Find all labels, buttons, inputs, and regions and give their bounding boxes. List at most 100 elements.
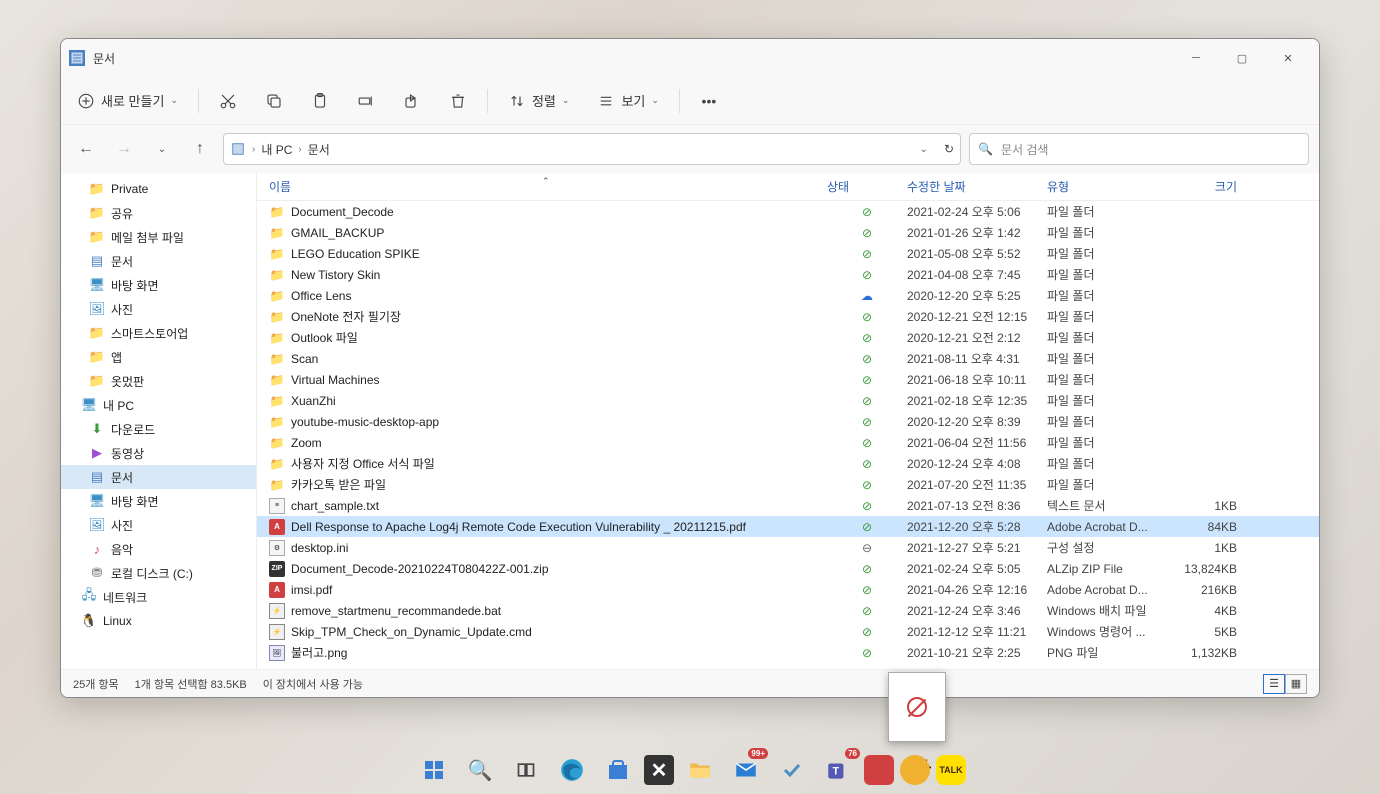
file-status: ⊘: [827, 331, 907, 345]
view-button[interactable]: 보기 ⌄: [589, 87, 666, 114]
app-orange-button[interactable]: [900, 755, 930, 785]
file-row[interactable]: ZIPDocument_Decode-20210224T080422Z-001.…: [257, 558, 1319, 579]
file-size: 4KB: [1167, 604, 1237, 618]
up-button[interactable]: ↑: [185, 134, 215, 164]
file-row[interactable]: ⚡Skip_TPM_Check_on_Dynamic_Update.cmd⊘20…: [257, 621, 1319, 642]
column-status[interactable]: 상태: [827, 178, 907, 195]
titlebar[interactable]: 문서 ─ ▢ ✕: [61, 39, 1319, 77]
store-button[interactable]: [598, 750, 638, 790]
forward-button[interactable]: →: [109, 134, 139, 164]
sidebar-item[interactable]: 🖼사진: [61, 297, 256, 321]
sidebar-item[interactable]: 🖼사진: [61, 513, 256, 537]
refresh-button[interactable]: ↻: [944, 142, 954, 156]
icons-view-button[interactable]: ▦: [1285, 674, 1307, 694]
file-row[interactable]: 📁사용자 지정 Office 서식 파일⊘2020-12-24 오후 4:08파…: [257, 453, 1319, 474]
breadcrumb[interactable]: › 내 PC › 문서 ⌄ ↻: [223, 133, 961, 165]
start-button[interactable]: [414, 750, 454, 790]
app-red-button[interactable]: [864, 755, 894, 785]
recent-button[interactable]: ⌄: [147, 134, 177, 164]
file-status: ⊘: [827, 205, 907, 219]
file-type: 파일 폴더: [1047, 308, 1167, 325]
file-row[interactable]: 🖼불러고.png⊘2021-10-21 오후 2:25PNG 파일1,132KB: [257, 642, 1319, 663]
file-size: 84KB: [1167, 520, 1237, 534]
explorer-button[interactable]: [680, 750, 720, 790]
history-dropdown[interactable]: ⌄: [920, 144, 928, 155]
mail-button[interactable]: 99+: [726, 750, 766, 790]
sidebar-item[interactable]: 🖥바탕 화면: [61, 273, 256, 297]
sidebar[interactable]: 📁Private📁공유📁메일 첨부 파일▤문서🖥바탕 화면🖼사진📁스마트스토어업…: [61, 173, 257, 669]
sidebar-item[interactable]: ▶동영상: [61, 441, 256, 465]
file-row[interactable]: 📁youtube-music-desktop-app⊘2020-12-20 오후…: [257, 411, 1319, 432]
edge-button[interactable]: [552, 750, 592, 790]
file-row[interactable]: 📁Office Lens☁2020-12-20 오후 5:25파일 폴더: [257, 285, 1319, 306]
file-rows[interactable]: 📁Document_Decode⊘2021-02-24 오후 5:06파일 폴더…: [257, 201, 1319, 669]
rename-button[interactable]: [349, 84, 383, 118]
file-row[interactable]: ⚙desktop.ini⊖2021-12-27 오후 5:21구성 설정1KB: [257, 537, 1319, 558]
file-row[interactable]: 📁카카오톡 받은 파일⊘2021-07-20 오전 11:35파일 폴더: [257, 474, 1319, 495]
file-status: ⊘: [827, 352, 907, 366]
file-row[interactable]: 📁New Tistory Skin⊘2021-04-08 오후 7:45파일 폴…: [257, 264, 1319, 285]
sidebar-item[interactable]: 📁앱: [61, 345, 256, 369]
file-row[interactable]: Aimsi.pdf⊘2021-04-26 오후 12:16Adobe Acrob…: [257, 579, 1319, 600]
file-size: 216KB: [1167, 583, 1237, 597]
file-row[interactable]: ⚡remove_startmenu_recommandede.bat⊘2021-…: [257, 600, 1319, 621]
app-x-button[interactable]: ✕: [644, 755, 674, 785]
file-row[interactable]: 📁GMAIL_BACKUP⊘2021-01-26 오후 1:42파일 폴더: [257, 222, 1319, 243]
paste-button[interactable]: [303, 84, 337, 118]
column-size[interactable]: 크기: [1167, 178, 1237, 195]
file-row[interactable]: 📁Document_Decode⊘2021-02-24 오후 5:06파일 폴더: [257, 201, 1319, 222]
back-button[interactable]: ←: [71, 134, 101, 164]
teams-button[interactable]: T76: [818, 750, 858, 790]
sidebar-item-label: 스마트스토어업: [111, 325, 188, 342]
column-type[interactable]: 유형: [1047, 178, 1167, 195]
maximize-button[interactable]: ▢: [1219, 43, 1265, 73]
sidebar-item[interactable]: ⛃로컬 디스크 (C:): [61, 561, 256, 585]
file-row[interactable]: 📁Scan⊘2021-08-11 오후 4:31파일 폴더: [257, 348, 1319, 369]
copy-button[interactable]: [257, 84, 291, 118]
details-view-button[interactable]: ☰: [1263, 674, 1285, 694]
kakaotalk-button[interactable]: TALK: [936, 755, 966, 785]
close-button[interactable]: ✕: [1265, 43, 1311, 73]
share-button[interactable]: [395, 84, 429, 118]
file-row[interactable]: 📁XuanZhi⊘2021-02-18 오후 12:35파일 폴더: [257, 390, 1319, 411]
sidebar-item[interactable]: 📁공유: [61, 201, 256, 225]
plus-circle-icon: [77, 92, 95, 110]
sidebar-item[interactable]: 📁스마트스토어업: [61, 321, 256, 345]
delete-button[interactable]: [441, 84, 475, 118]
todo-button[interactable]: [772, 750, 812, 790]
sidebar-item[interactable]: 📁옷멌판: [61, 369, 256, 393]
search-button[interactable]: 🔍: [460, 750, 500, 790]
file-row[interactable]: 📁Virtual Machines⊘2021-06-18 오후 10:11파일 …: [257, 369, 1319, 390]
sidebar-item[interactable]: 🖥바탕 화면: [61, 489, 256, 513]
sidebar-item-label: 음악: [111, 541, 133, 558]
breadcrumb-pc[interactable]: 내 PC: [261, 141, 292, 158]
column-name[interactable]: 이름⌃: [257, 178, 827, 195]
sidebar-item[interactable]: ▤문서: [61, 465, 256, 489]
file-size: 5KB: [1167, 625, 1237, 639]
sidebar-item[interactable]: ⬇다운로드: [61, 417, 256, 441]
file-row[interactable]: ADell Response to Apache Log4j Remote Co…: [257, 516, 1319, 537]
separator: [198, 89, 199, 113]
column-date[interactable]: 수정한 날짜: [907, 178, 1047, 195]
breadcrumb-folder[interactable]: 문서: [308, 141, 330, 158]
taskview-button[interactable]: [506, 750, 546, 790]
search-box[interactable]: 🔍 문서 검색: [969, 133, 1309, 165]
file-name: GMAIL_BACKUP: [291, 226, 384, 240]
sidebar-item[interactable]: ▤문서: [61, 249, 256, 273]
file-row[interactable]: ≡chart_sample.txt⊘2021-07-13 오전 8:36텍스트 …: [257, 495, 1319, 516]
file-row[interactable]: 📁LEGO Education SPIKE⊘2021-05-08 오후 5:52…: [257, 243, 1319, 264]
sidebar-item[interactable]: 📁메일 첨부 파일: [61, 225, 256, 249]
sort-button[interactable]: 정렬 ⌄: [500, 87, 577, 114]
new-button[interactable]: 새로 만들기 ⌄: [69, 87, 186, 114]
sidebar-item[interactable]: ♪음악: [61, 537, 256, 561]
minimize-button[interactable]: ─: [1173, 43, 1219, 73]
cut-button[interactable]: [211, 84, 245, 118]
file-row[interactable]: 📁OneNote 전자 필기장⊘2020-12-21 오전 12:15파일 폴더: [257, 306, 1319, 327]
sidebar-item[interactable]: 🖧네트워크: [61, 585, 256, 609]
more-button[interactable]: •••: [692, 84, 726, 118]
sidebar-item[interactable]: 📁Private: [61, 177, 256, 201]
file-row[interactable]: 📁Outlook 파일⊘2020-12-21 오전 2:12파일 폴더: [257, 327, 1319, 348]
sidebar-item[interactable]: 🖥내 PC: [61, 393, 256, 417]
sidebar-item[interactable]: 🐧Linux: [61, 609, 256, 633]
file-row[interactable]: 📁Zoom⊘2021-06-04 오전 11:56파일 폴더: [257, 432, 1319, 453]
